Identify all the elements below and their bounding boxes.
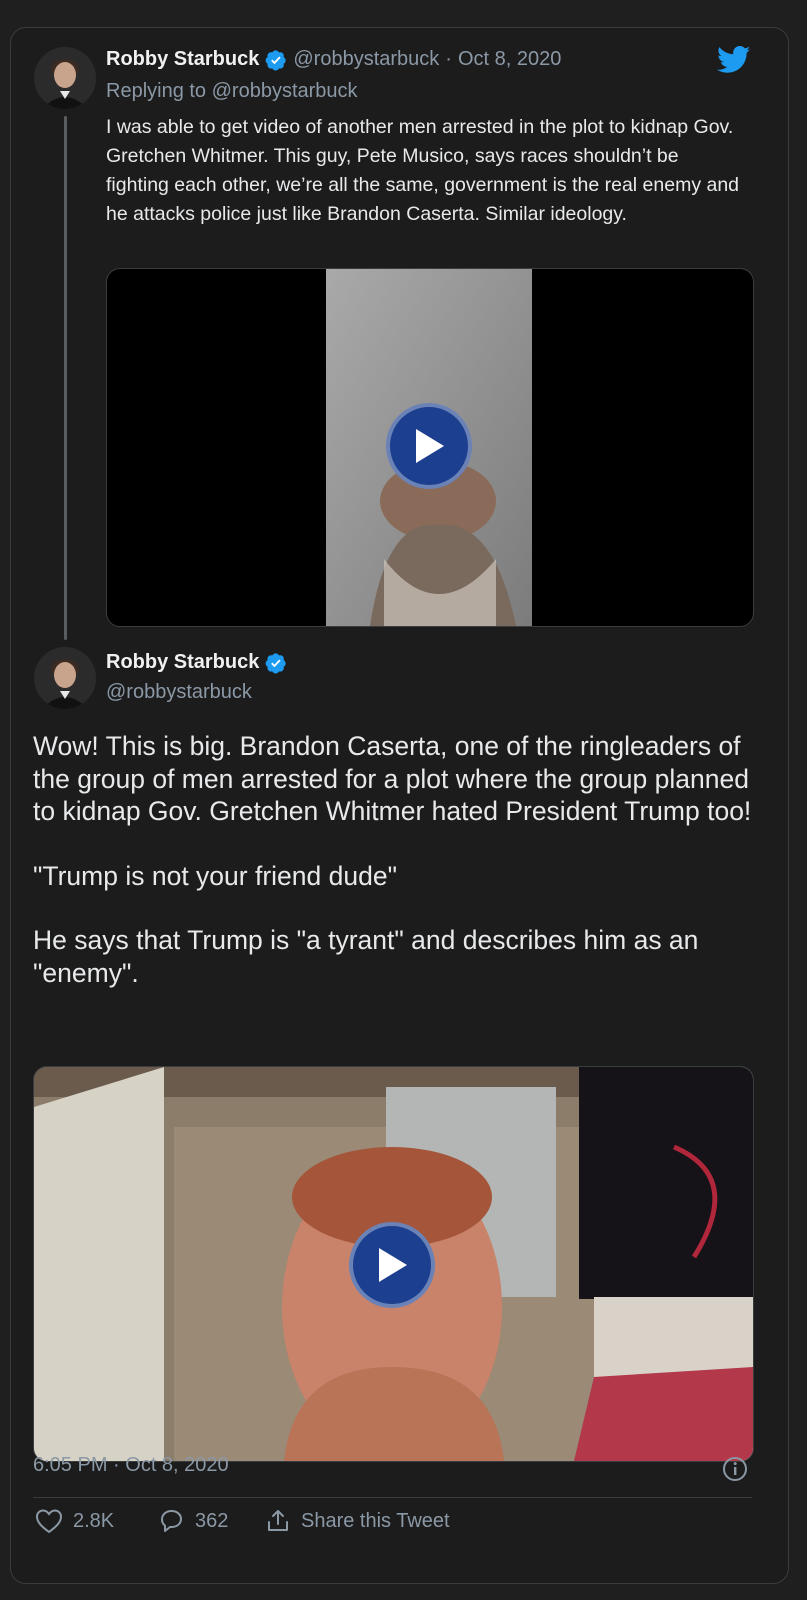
reply-video-player[interactable] xyxy=(106,268,754,627)
replying-to-prefix: Replying to xyxy=(106,80,207,102)
main-tweet-text: Wow! This is big. Brandon Caserta, one o… xyxy=(33,730,768,989)
share-button[interactable]: Share this Tweet xyxy=(265,1508,450,1534)
main-tweet-paragraph: He says that Trump is "a tyrant" and des… xyxy=(33,925,699,988)
share-label: Share this Tweet xyxy=(301,1509,450,1532)
reply-bubble-icon xyxy=(157,1508,185,1534)
main-video-player[interactable] xyxy=(33,1066,754,1462)
reply-author-handle[interactable]: @robbystarbuck xyxy=(293,48,439,71)
reply-author-avatar[interactable] xyxy=(34,47,96,109)
main-tweet-paragraph: Wow! This is big. Brandon Caserta, one o… xyxy=(33,731,752,826)
play-icon[interactable] xyxy=(349,1222,435,1308)
reply-date[interactable]: Oct 8, 2020 xyxy=(458,48,561,71)
play-icon[interactable] xyxy=(386,403,472,489)
like-count: 2.8K xyxy=(73,1509,115,1532)
verified-badge-icon xyxy=(265,652,287,674)
reply-header: Robby Starbuck @robbystarbuck · Oct 8, 2… xyxy=(106,48,561,71)
verified-badge-icon xyxy=(265,49,287,71)
main-author-avatar[interactable] xyxy=(34,647,96,709)
info-icon[interactable] xyxy=(722,1456,748,1482)
like-button[interactable]: 2.8K xyxy=(35,1508,114,1534)
replying-to-line: Replying to @robbystarbuck xyxy=(106,80,358,103)
thread-connector-line xyxy=(64,116,67,640)
embedded-tweet-card: Robby Starbuck @robbystarbuck · Oct 8, 2… xyxy=(10,27,789,1584)
reply-button[interactable]: 362 xyxy=(157,1508,228,1534)
main-author-name[interactable]: Robby Starbuck xyxy=(106,651,259,674)
main-tweet-timestamp[interactable]: 6:05 PM · Oct 8, 2020 xyxy=(33,1454,229,1477)
reply-count: 362 xyxy=(195,1509,229,1532)
main-tweet-paragraph: "Trump is not your friend dude" xyxy=(33,860,397,891)
share-icon xyxy=(265,1508,291,1534)
reply-author-name[interactable]: Robby Starbuck xyxy=(106,48,259,71)
replying-to-mention[interactable]: @robbystarbuck xyxy=(212,80,358,102)
twitter-bird-icon[interactable] xyxy=(717,46,751,74)
actions-divider xyxy=(33,1497,752,1498)
heart-icon xyxy=(35,1508,63,1534)
main-author-handle[interactable]: @robbystarbuck xyxy=(106,681,252,704)
reply-tweet-text: I was able to get video of another men a… xyxy=(106,116,740,225)
header-separator: · xyxy=(445,48,452,70)
main-header: Robby Starbuck xyxy=(106,651,287,674)
